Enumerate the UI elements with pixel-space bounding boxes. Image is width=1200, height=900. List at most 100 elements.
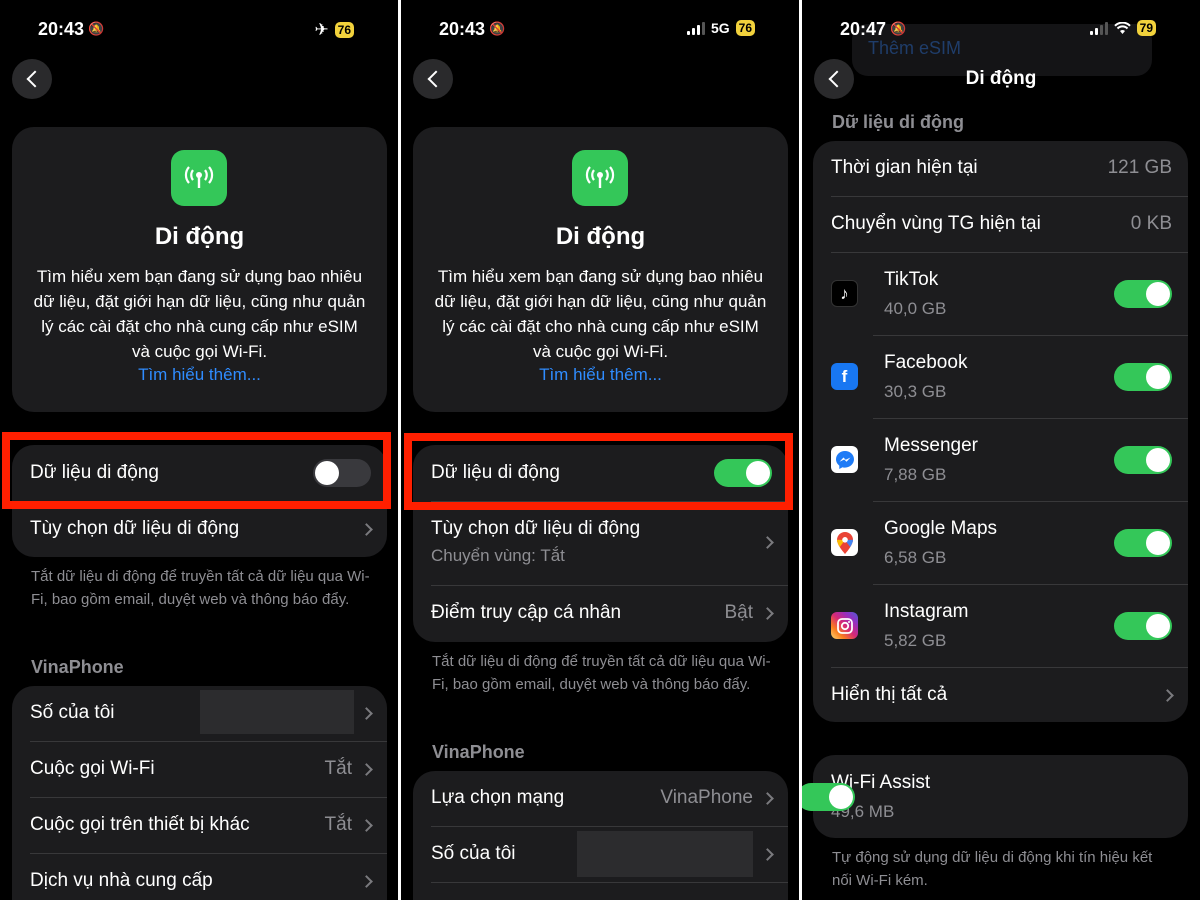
nav-title: Di động (965, 68, 1037, 89)
chevron-right-icon (360, 874, 373, 888)
chevron-right-icon (761, 606, 774, 620)
current-roaming-value: 0 KB (1130, 213, 1172, 234)
back-button[interactable] (12, 59, 52, 99)
hero-title: Di động (555, 223, 646, 250)
cellular-options-label: Tùy chọn dữ liệu di động (431, 518, 641, 539)
app-toggle-google-maps[interactable] (1114, 529, 1172, 557)
current-period-value: 121 GB (1107, 157, 1172, 178)
app-toggle-tiktok[interactable] (1114, 280, 1172, 308)
app-usage: 40,0 GB (884, 299, 947, 318)
carrier-services-label: Dịch vụ nhà cung cấp (30, 870, 213, 891)
chevron-right-icon (360, 762, 373, 776)
network-selection-value: VinaPhone (660, 787, 753, 808)
signal-icon (1089, 21, 1108, 35)
antenna-icon (572, 150, 628, 206)
wifi-assist-card: Wi-Fi Assist 49,6 MB (802, 755, 1188, 838)
learn-more-link[interactable]: Tìm hiểu thêm... (12, 365, 387, 385)
chevron-right-icon (1161, 688, 1174, 702)
status-time: 20:43 🔕 (38, 19, 105, 39)
calls-other-devices-row[interactable]: Cuộc gọi trên thiết bị khác Tắt (30, 807, 373, 843)
chevron-right-icon (360, 522, 373, 536)
cellular-options-row[interactable]: Tùy chọn dữ liệu di động (30, 511, 373, 547)
app-usage: 5,82 GB (884, 631, 947, 650)
silent-bell-icon: 🔕 (489, 21, 506, 36)
app-name: Google Maps (884, 518, 998, 539)
learn-more-link[interactable]: Tìm hiểu thêm... (413, 365, 788, 385)
chevron-right-icon (761, 791, 774, 805)
screen-cellular-off: 20:43 🔕 ✈ 76 Di động Tìm hiểu xem bạn đan… (0, 0, 398, 900)
app-usage: 6,58 GB (884, 548, 947, 567)
show-all-label: Hiển thị tất cả (831, 684, 948, 705)
redacted-number (200, 690, 354, 734)
app-toggle-messenger[interactable] (1114, 446, 1172, 474)
network-selection-label: Lựa chọn mạng (431, 787, 565, 808)
app-toggle-facebook[interactable] (1114, 363, 1172, 391)
signal-icon (686, 21, 705, 35)
wifi-assist-note: Tự động sử dụng dữ liệu di động khi tín … (832, 849, 1153, 889)
status-right: 79 (1089, 20, 1156, 36)
cellular-options-row[interactable]: Tùy chọn dữ liệu di động Chuyển vùng: Tắ… (431, 511, 774, 573)
highlight-box (2, 432, 391, 509)
my-number-label: Số của tôi (431, 843, 516, 864)
chevron-right-icon (360, 818, 373, 832)
highlight-box (404, 433, 793, 510)
carrier-card: Lựa chọn mạng VinaPhone Số của tôi (413, 771, 788, 900)
app-usage: 7,88 GB (884, 465, 947, 484)
tiktok-icon: ♪ (831, 280, 858, 307)
silent-bell-icon: 🔕 (88, 21, 105, 36)
google-maps-icon (831, 529, 858, 556)
app-toggle-instagram[interactable] (1114, 612, 1172, 640)
calls-other-devices-value: Tắt (324, 814, 352, 835)
carrier-services-row[interactable]: Dịch vụ nhà cung cấp (30, 863, 373, 899)
my-number-label: Số của tôi (30, 702, 115, 723)
current-roaming-row: Chuyển vùng TG hiện tại 0 KB (831, 206, 1172, 242)
calls-other-devices-label: Cuộc gọi trên thiết bị khác (30, 814, 250, 835)
messenger-icon (831, 446, 858, 473)
wifi-calling-value: Tắt (324, 758, 352, 779)
app-name: Messenger (884, 435, 978, 456)
status-time: 20:47 🔕 (840, 19, 907, 39)
screen-cellular-on: 20:43 🔕 5G 76 Di động Tìm hiểu xem bạn đa… (401, 0, 799, 900)
chevron-left-icon (26, 70, 43, 88)
airplane-icon: ✈ (314, 20, 329, 39)
carrier-card: Số của tôi Cuộc gọi Wi-Fi Tắt Cuộc gọi t… (12, 686, 387, 900)
cellular-data-section-header: Dữ liệu di động (832, 112, 965, 132)
redacted-number (577, 831, 753, 877)
app-name: Instagram (884, 601, 969, 622)
facebook-icon: f (831, 363, 858, 390)
battery-indicator: 76 (334, 22, 354, 38)
carrier-header: VinaPhone (432, 742, 525, 762)
show-all-row[interactable]: Hiển thị tất cả (831, 677, 1174, 713)
hero-description: Tìm hiểu xem bạn đang sử dụng bao nhiêu … (33, 267, 366, 361)
app-name: TikTok (884, 269, 939, 290)
carrier-header: VinaPhone (31, 657, 124, 677)
chevron-right-icon (761, 847, 774, 861)
cellular-footnote: Tắt dữ liệu di động để truyền tất cả dữ … (31, 568, 370, 608)
battery-indicator: 76 (735, 20, 755, 36)
wifi-calling-row[interactable]: Cuộc gọi Wi-Fi Tắt (30, 751, 373, 787)
usage-card: Thời gian hiện tại 121 GB Chuyển vùng TG… (813, 141, 1188, 722)
chevron-right-icon (761, 535, 774, 549)
chevron-left-icon (427, 70, 444, 88)
current-period-label: Thời gian hiện tại (831, 157, 978, 178)
roaming-status: Chuyển vùng: Tắt (431, 546, 565, 565)
personal-hotspot-value: Bật (724, 602, 753, 623)
wifi-assist-toggle[interactable] (802, 783, 855, 811)
screen-cellular-usage: Thêm eSIM 20:47 🔕 79 Di động Dữ liệu di đ… (802, 0, 1200, 900)
network-type: 5G (710, 20, 730, 36)
antenna-icon (171, 150, 227, 206)
network-selection-row[interactable]: Lựa chọn mạng VinaPhone (431, 780, 774, 816)
personal-hotspot-label: Điểm truy cập cá nhân (431, 602, 622, 623)
hero-card: Di động Tìm hiểu xem bạn đang sử dụng ba… (413, 127, 788, 412)
cellular-options-label: Tùy chọn dữ liệu di động (30, 518, 240, 539)
hero-description: Tìm hiểu xem bạn đang sử dụng bao nhiêu … (434, 267, 767, 361)
instagram-icon (831, 612, 858, 639)
background-esim-text: Thêm eSIM (868, 38, 962, 58)
wifi-icon (1113, 21, 1131, 34)
back-button[interactable] (413, 59, 453, 99)
personal-hotspot-row[interactable]: Điểm truy cập cá nhân Bật (431, 595, 774, 631)
app-name: Facebook (884, 352, 968, 373)
battery-indicator: 79 (1136, 20, 1156, 36)
app-usage: 30,3 GB (884, 382, 947, 401)
current-roaming-label: Chuyển vùng TG hiện tại (831, 213, 1041, 234)
